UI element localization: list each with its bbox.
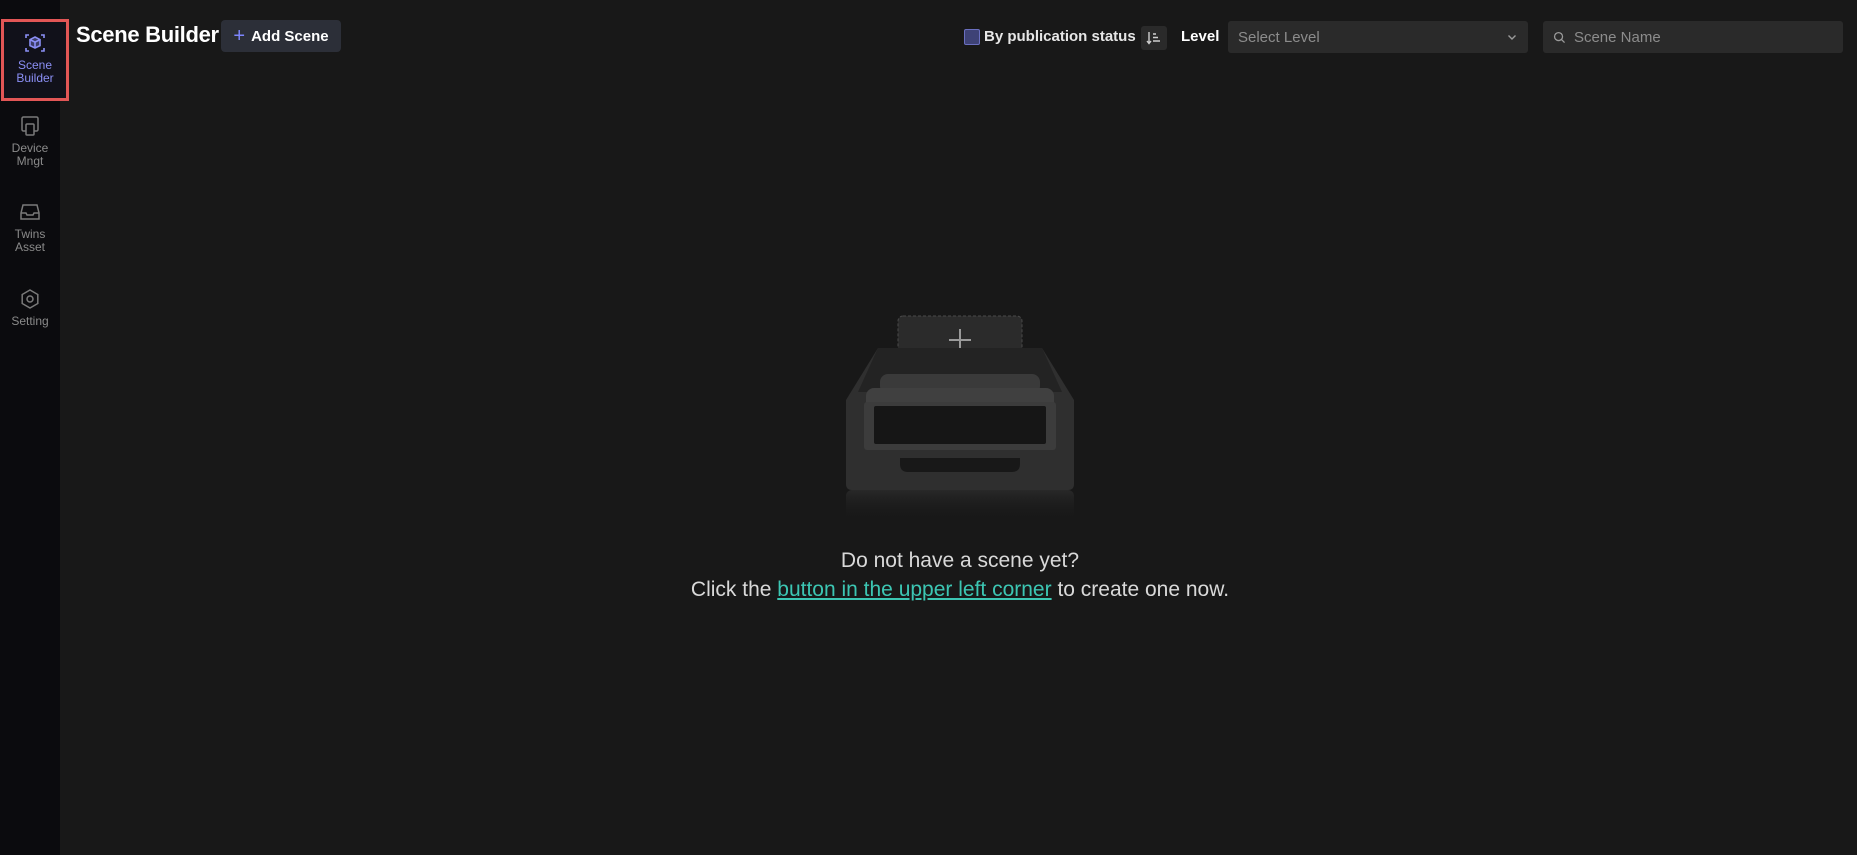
publication-status-label: By publication status [984,28,1136,45]
publication-status-checkbox[interactable] [964,28,980,45]
empty-state-link[interactable]: button in the upper left corner [777,578,1051,601]
level-label: Level [1181,28,1220,45]
empty-state-title: Do not have a scene yet? [840,549,1080,572]
chevron-down-icon [1508,35,1516,40]
add-scene-button[interactable]: + Add Scene [221,20,341,52]
sidebar-item-device-mngt[interactable]: Device Mngt [0,114,60,168]
empty-inbox-illustration [846,315,1074,522]
app-root: Scene Builder Device Mngt Twins Asset Se… [0,0,1857,855]
device-icon [21,116,39,136]
search-input[interactable] [1573,28,1833,46]
sidebar-item-twins-asset[interactable]: Twins Asset [0,200,60,254]
sidebar-item-scene-builder[interactable]: Scene Builder [1,19,69,101]
inbox-icon [20,204,40,220]
plus-icon: + [233,25,246,47]
sidebar-item-label: Twins Asset [14,227,46,254]
sidebar-item-setting[interactable]: Setting [0,287,60,328]
gear-icon [21,289,39,309]
sort-icon [1146,32,1160,45]
publication-status-filter[interactable]: By publication status [964,28,1136,45]
level-select[interactable]: Select Level [1228,21,1528,53]
scene-builder-icon [25,34,45,52]
empty-state-message: Click the button in the upper left corne… [0,578,1857,602]
search-icon [1553,31,1566,43]
sidebar-item-label: Scene Builder [16,58,54,85]
sidebar-item-label: Setting [11,314,49,328]
empty-state-prefix: Click the [690,578,778,601]
sidebar: Scene Builder Device Mngt Twins Asset Se… [0,0,69,855]
sidebar-item-label: Device Mngt [11,141,49,168]
level-select-placeholder: Select Level [1238,28,1320,46]
scene-search[interactable] [1543,21,1843,53]
page-title: Scene Builder [76,22,219,47]
sort-button[interactable] [1141,26,1167,50]
empty-state-suffix: to create one now. [1051,578,1230,601]
add-scene-label: Add Scene [251,27,329,45]
